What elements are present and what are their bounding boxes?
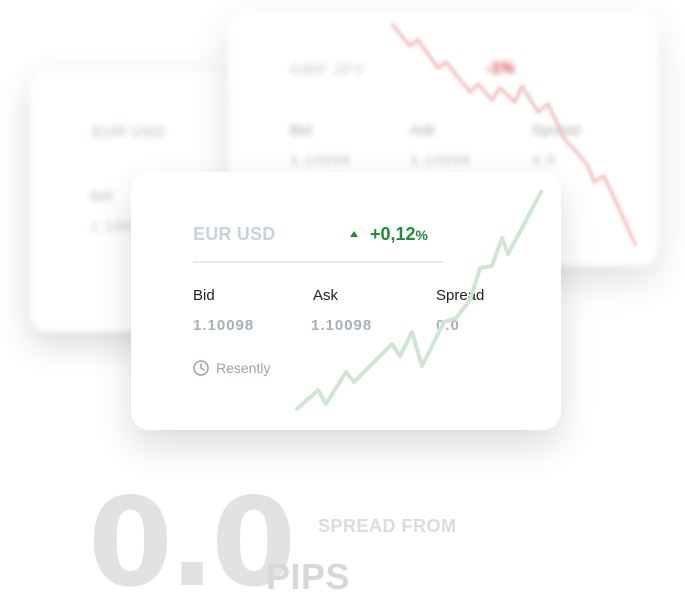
- spread-hero-value: 0.0: [88, 472, 296, 614]
- pips-caption: PIPS: [266, 556, 351, 597]
- spread-from-caption: SPREAD FROM: [318, 516, 457, 536]
